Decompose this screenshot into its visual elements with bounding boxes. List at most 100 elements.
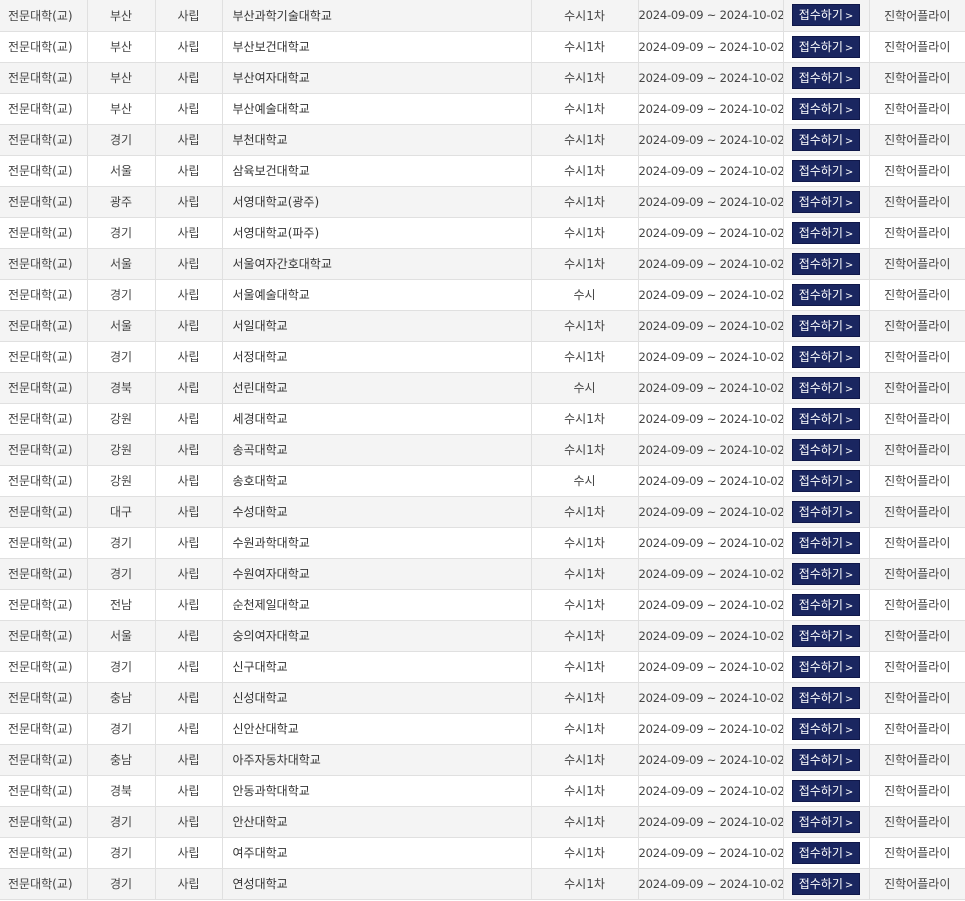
agency-cell: 진학어플라이 [869,589,965,621]
apply-button[interactable]: 접수하기 > [792,97,860,120]
application-period: 2024-09-09 ~ 2024-10-02 [638,287,783,302]
application-period-cell: 2024-09-09 ~ 2024-10-02 [638,62,784,94]
school-type-cell: 전문대학(교) [0,434,88,466]
application-period-cell: 2024-09-09 ~ 2024-10-02 [638,651,784,683]
application-period-cell: 2024-09-09 ~ 2024-10-02 [638,713,784,745]
application-period: 2024-09-09 ~ 2024-10-02 [638,690,783,705]
apply-button[interactable]: 접수하기 > [792,128,860,151]
school-name: 서영대학교(파주) [232,226,320,240]
apply-button[interactable]: 접수하기 > [792,159,860,182]
apply-cell: 접수하기 > [783,279,870,311]
application-period-cell: 2024-09-09 ~ 2024-10-02 [638,868,784,900]
apply-button[interactable]: 접수하기 > [792,345,860,368]
admission-round: 수시1차 [564,846,605,860]
school-name: 신구대학교 [232,660,288,674]
apply-button[interactable]: 접수하기 > [792,376,860,399]
school-name-cell: 부산과학기술대학교 [222,0,532,32]
agency-name: 진학어플라이 [884,350,951,364]
region-cell: 서울 [87,248,156,280]
region: 전남 [109,598,133,612]
chevron-right-icon: > [844,569,854,581]
apply-button[interactable]: 접수하기 > [792,717,860,740]
agency-name: 진학어플라이 [884,722,951,736]
application-period: 2024-09-09 ~ 2024-10-02 [638,101,783,116]
application-period: 2024-09-09 ~ 2024-10-02 [638,349,783,364]
apply-button[interactable]: 접수하기 > [792,500,860,523]
application-period: 2024-09-09 ~ 2024-10-02 [638,659,783,674]
table-row: 전문대학(교) 경기 사립 신안산대학교 수시1차 2024-09-09 ~ 2… [0,713,965,745]
application-period-cell: 2024-09-09 ~ 2024-10-02 [638,620,784,652]
agency-cell: 진학어플라이 [869,124,965,156]
apply-button[interactable]: 접수하기 > [792,221,860,244]
region-cell: 경기 [87,279,156,311]
application-period: 2024-09-09 ~ 2024-10-02 [638,752,783,767]
apply-cell: 접수하기 > [783,434,870,466]
school-name: 서울여자간호대학교 [232,257,332,271]
apply-button[interactable]: 접수하기 > [792,314,860,337]
apply-button[interactable]: 접수하기 > [792,841,860,864]
admission-round: 수시1차 [564,691,605,705]
school-name: 서울예술대학교 [232,288,310,302]
admission-round-cell: 수시1차 [531,744,639,776]
apply-button[interactable]: 접수하기 > [792,190,860,213]
apply-button-label: 접수하기 [798,132,843,147]
apply-button-label: 접수하기 [798,256,843,271]
apply-button[interactable]: 접수하기 > [792,686,860,709]
table-row: 전문대학(교) 경기 사립 서울예술대학교 수시 2024-09-09 ~ 20… [0,279,965,311]
admission-round: 수시1차 [564,8,605,23]
agency-name: 진학어플라이 [884,102,951,116]
table-row: 전문대학(교) 충남 사립 신성대학교 수시1차 2024-09-09 ~ 20… [0,682,965,714]
school-type: 전문대학(교) [8,350,73,364]
table-row: 전문대학(교) 강원 사립 송호대학교 수시 2024-09-09 ~ 2024… [0,465,965,497]
admission-round-cell: 수시1차 [531,403,639,435]
table-row: 전문대학(교) 경기 사립 서정대학교 수시1차 2024-09-09 ~ 20… [0,341,965,373]
agency-cell: 진학어플라이 [869,651,965,683]
apply-button[interactable]: 접수하기 > [792,655,860,678]
apply-button[interactable]: 접수하기 > [792,4,860,27]
founding-type: 사립 [177,381,200,395]
apply-button[interactable]: 접수하기 > [792,593,860,616]
apply-cell: 접수하기 > [783,403,870,435]
apply-button[interactable]: 접수하기 > [792,624,860,647]
apply-button[interactable]: 접수하기 > [792,531,860,554]
apply-button[interactable]: 접수하기 > [792,562,860,585]
admission-round: 수시1차 [564,784,605,798]
chevron-right-icon: > [844,259,854,271]
school-name: 연성대학교 [232,877,288,891]
founding-type: 사립 [177,319,200,333]
school-name: 부산여자대학교 [232,71,310,85]
founding-cell: 사립 [155,62,223,94]
school-type: 전문대학(교) [8,660,73,674]
apply-button[interactable]: 접수하기 > [792,779,860,802]
apply-button[interactable]: 접수하기 > [792,810,860,833]
school-name-cell: 수원여자대학교 [222,558,532,590]
admission-round-cell: 수시1차 [531,155,639,187]
admission-round: 수시1차 [564,629,605,643]
apply-button[interactable]: 접수하기 > [792,748,860,771]
region-cell: 경북 [87,775,156,807]
application-period-cell: 2024-09-09 ~ 2024-10-02 [638,217,784,249]
school-type: 전문대학(교) [8,598,73,612]
apply-button-label: 접수하기 [798,442,843,457]
apply-button[interactable]: 접수하기 > [792,66,860,89]
apply-button[interactable]: 접수하기 > [792,469,860,492]
apply-button[interactable]: 접수하기 > [792,438,860,461]
agency-name: 진학어플라이 [884,443,951,457]
apply-button[interactable]: 접수하기 > [792,407,860,430]
region-cell: 서울 [87,620,156,652]
admission-round: 수시1차 [564,877,605,891]
apply-button-label: 접수하기 [798,318,843,333]
agency-cell: 진학어플라이 [869,186,965,218]
apply-button[interactable]: 접수하기 > [792,35,860,58]
region-cell: 경기 [87,124,156,156]
apply-button[interactable]: 접수하기 > [792,252,860,275]
admission-round-cell: 수시1차 [531,341,639,373]
school-type-cell: 전문대학(교) [0,0,88,32]
apply-button[interactable]: 접수하기 > [792,872,860,895]
founding-cell: 사립 [155,527,223,559]
region-cell: 경기 [87,217,156,249]
apply-button[interactable]: 접수하기 > [792,283,860,306]
school-name: 서일대학교 [232,319,288,333]
founding-type: 사립 [177,877,200,891]
school-type-cell: 전문대학(교) [0,837,88,869]
